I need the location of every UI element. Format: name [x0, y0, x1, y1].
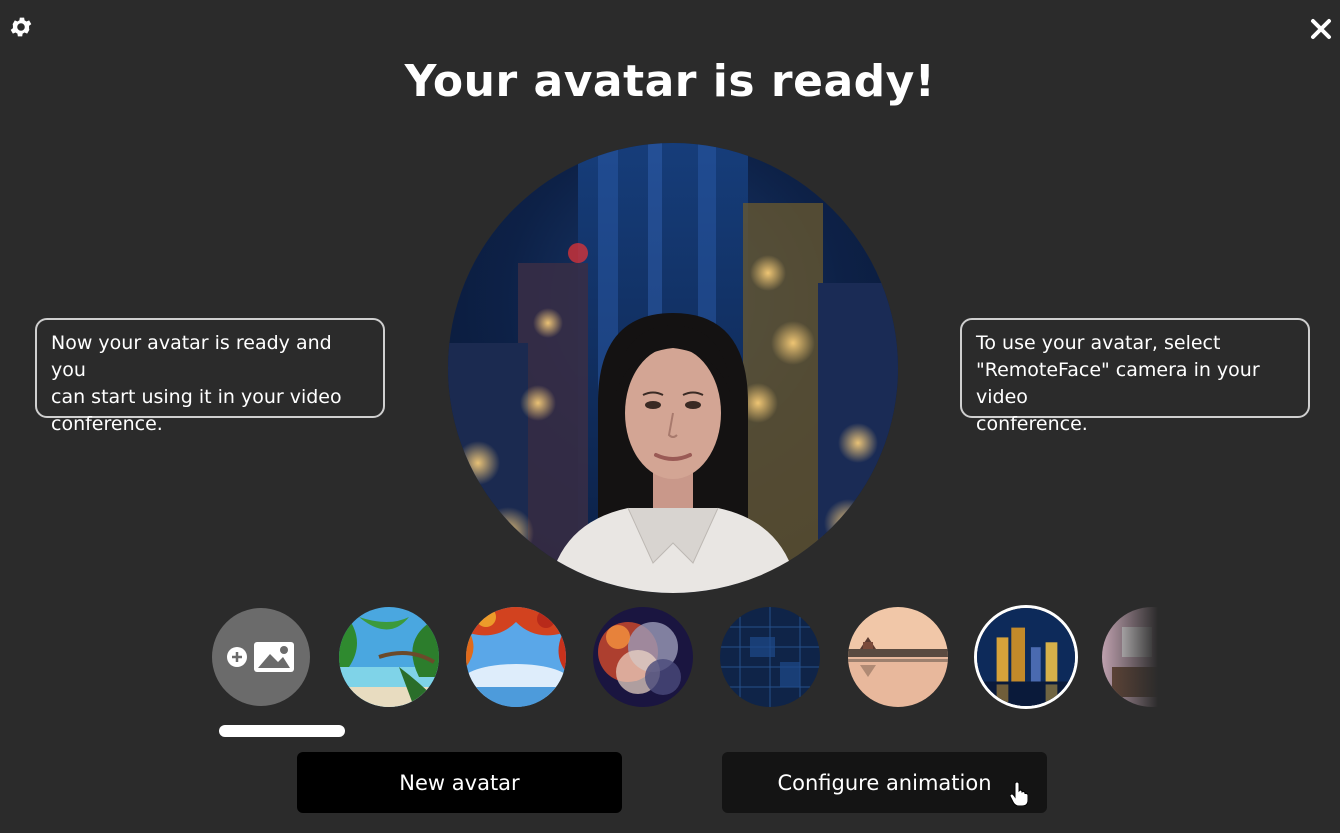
info-line: "RemoteFace" camera in your video	[976, 359, 1260, 408]
info-box-usage: To use your avatar, select "RemoteFace" …	[960, 318, 1310, 435]
background-thumb-interior[interactable]	[1102, 607, 1158, 707]
avatar-preview	[448, 143, 898, 593]
info-line: conference.	[51, 413, 163, 435]
background-thumb-tech-grid[interactable]	[720, 607, 820, 707]
gear-icon[interactable]	[8, 14, 34, 40]
hand-cursor-icon	[1009, 781, 1029, 807]
info-line: can start using it in your video	[51, 386, 342, 408]
background-thumb-forbidden-city[interactable]	[848, 607, 948, 707]
background-thumb-autumn-leaves[interactable]	[466, 607, 566, 707]
add-image-icon	[227, 642, 294, 672]
add-background-button[interactable]	[212, 608, 310, 706]
page-title: Your avatar is ready!	[404, 56, 936, 107]
info-line: conference.	[976, 413, 1088, 435]
info-line: To use your avatar, select	[976, 332, 1221, 354]
configure-animation-button[interactable]: Configure animation	[722, 752, 1047, 813]
background-thumb-nebula[interactable]	[593, 607, 693, 707]
info-line: Now your avatar is ready and you	[51, 332, 332, 381]
background-thumb-night-city[interactable]	[974, 605, 1078, 709]
background-carousel	[210, 605, 1158, 709]
close-icon[interactable]	[1306, 14, 1336, 44]
info-box-ready: Now your avatar is ready and you can sta…	[35, 318, 385, 435]
background-thumb-tropical-beach[interactable]	[339, 607, 439, 707]
new-avatar-button[interactable]: New avatar	[297, 752, 622, 813]
carousel-scrollbar[interactable]	[219, 725, 345, 737]
